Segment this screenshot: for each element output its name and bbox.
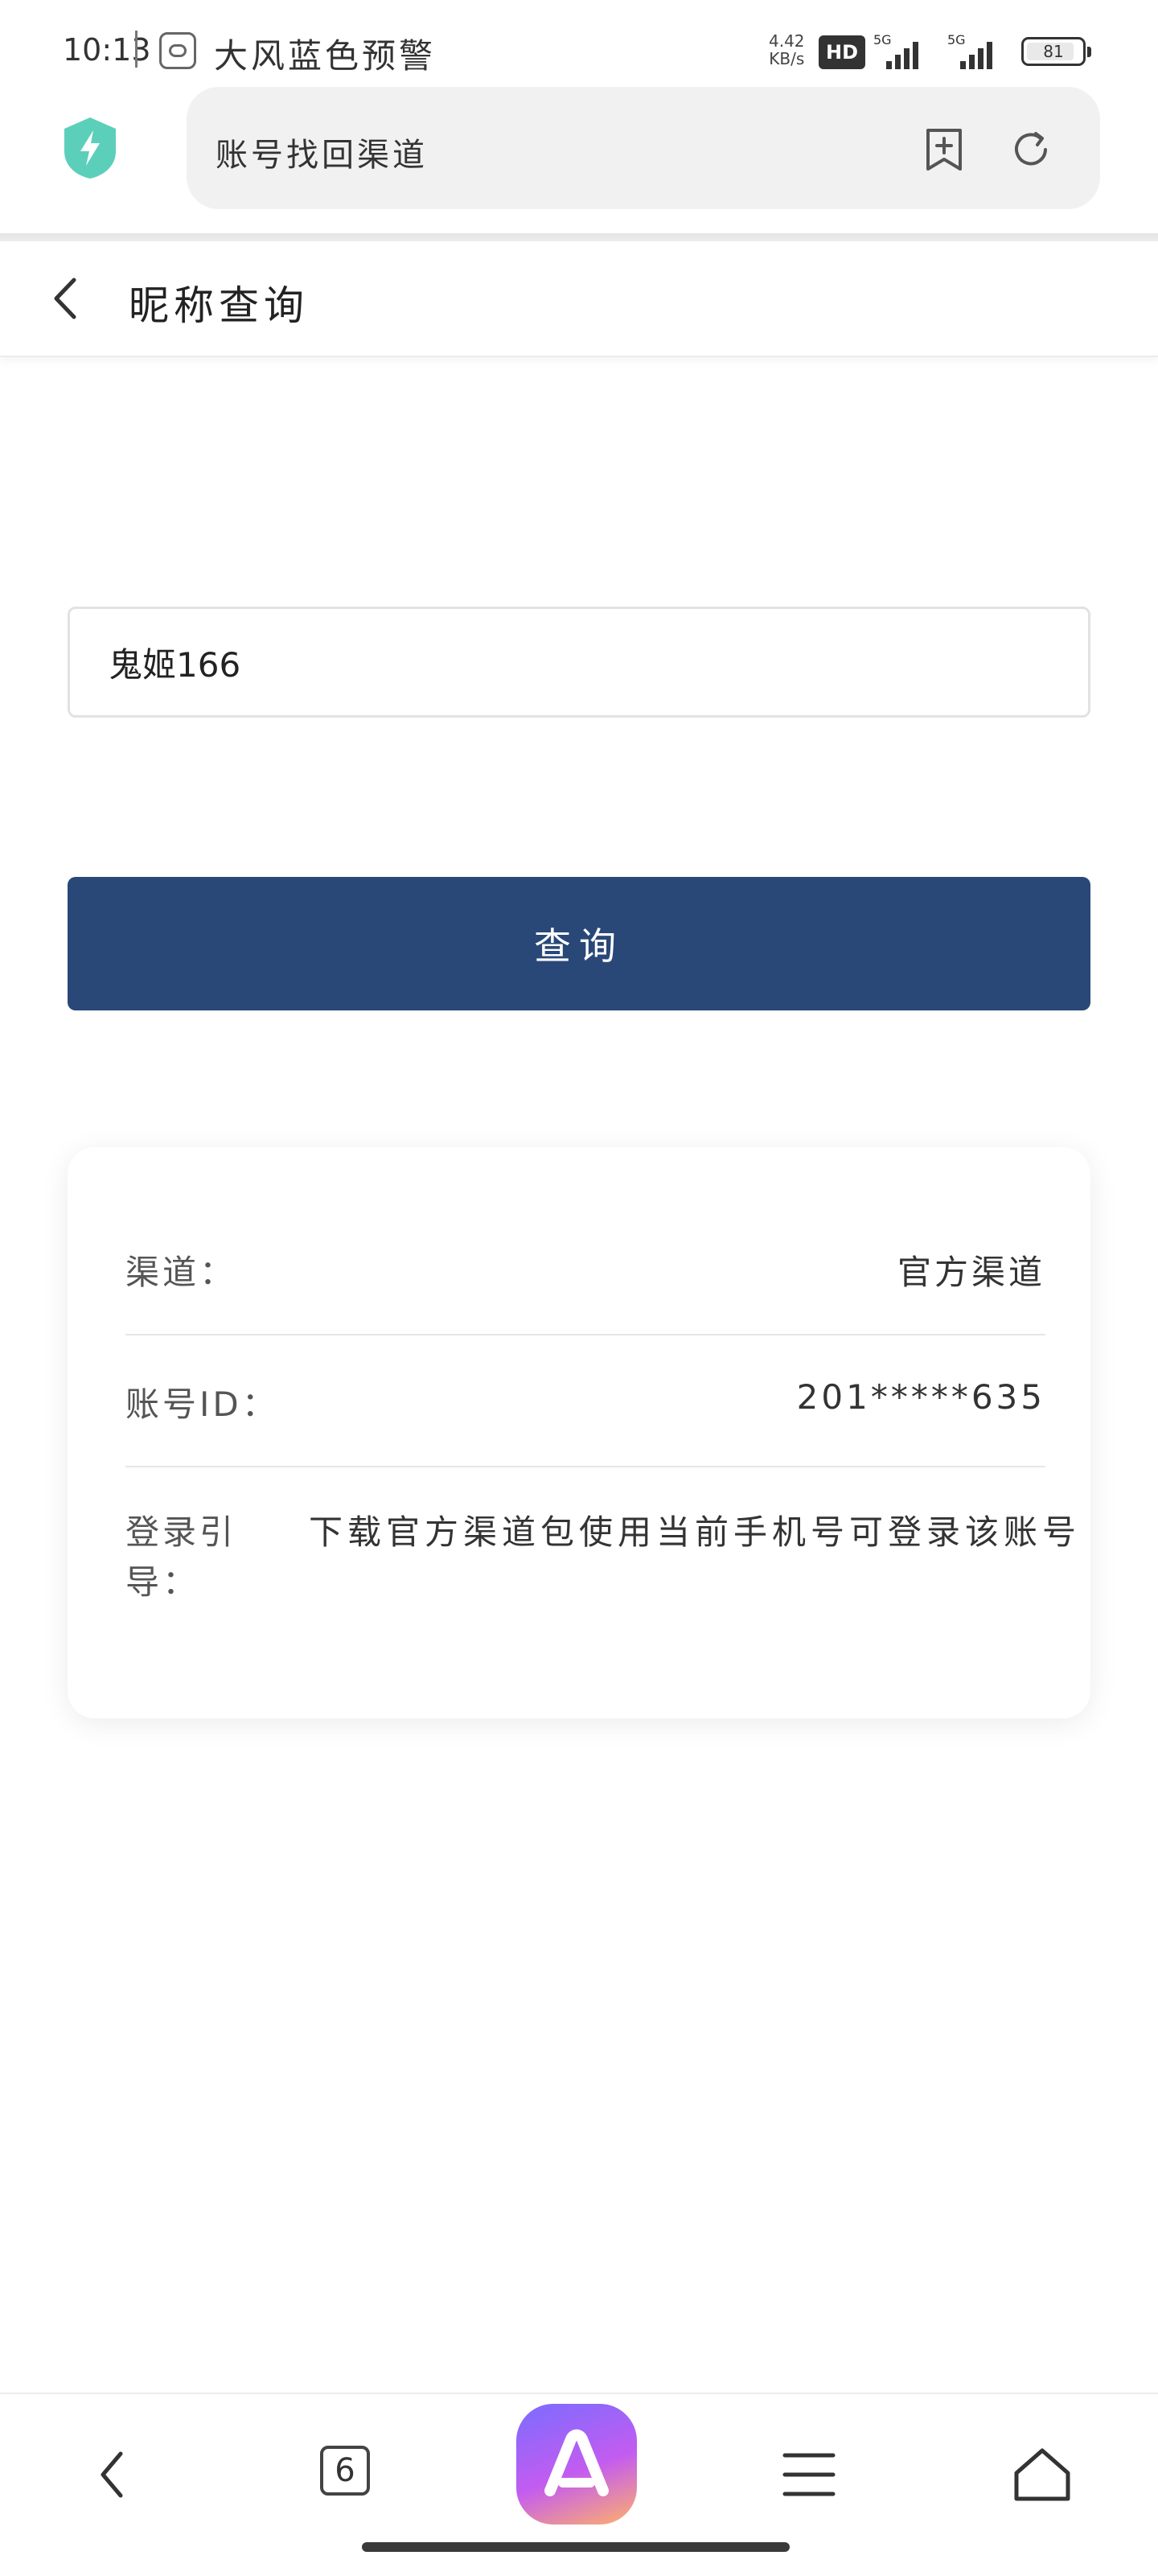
browser-bar: 账号找回渠道 [0,80,1158,233]
security-shield-icon[interactable] [61,116,119,180]
signal-1-icon: 5G [873,32,925,69]
weather-alert-text: 大风蓝色预警 [214,36,437,76]
network-speed: 4.42 KB/s [769,32,805,68]
home-icon[interactable] [994,2426,1090,2523]
weather-icon [159,32,196,69]
nickname-input[interactable] [68,607,1090,718]
channel-label: 渠道： [125,1253,237,1292]
page-url-title[interactable]: 账号找回渠道 [216,129,428,175]
account-row: 账号ID： 201*****635 [125,1377,1045,1426]
network-speed-unit: KB/s [769,49,805,68]
login-guide-value: 下载官方渠道包使用当前手机号可登录该账号 [309,1512,1082,1552]
battery-icon: 81 [1021,37,1091,66]
address-bar[interactable]: 账号找回渠道 [187,87,1100,209]
add-bookmark-icon[interactable] [920,126,968,174]
tabs-button[interactable]: 6 [298,2426,394,2523]
account-id-value: 201*****635 [796,1377,1045,1417]
home-indicator[interactable] [362,2542,790,2552]
page-title: 昵称查询 [129,282,309,329]
status-separator [135,31,138,68]
refresh-icon[interactable] [1007,126,1055,174]
battery-level: 81 [1043,42,1064,61]
network-speed-value: 4.42 [769,31,805,51]
back-arrow-icon[interactable] [39,270,95,327]
status-time: 10:13 [63,32,151,68]
channel-row: 渠道： 官方渠道 [125,1245,1045,1294]
ai-assistant-icon[interactable] [516,2404,637,2525]
menu-icon[interactable] [761,2426,857,2523]
query-button[interactable]: 查询 [68,877,1090,1010]
divider [125,1466,1045,1467]
hd-icon: HD [819,35,865,69]
login-guide-label: 登录引导： [125,1512,237,1602]
page-header: 昵称查询 [0,241,1158,357]
nav-back-icon[interactable] [64,2426,161,2523]
result-card: 渠道： 官方渠道 账号ID： 201*****635 登录引导： 下载官方渠道包… [68,1147,1090,1718]
account-id-label: 账号ID： [125,1385,279,1424]
channel-value: 官方渠道 [897,1253,1045,1292]
divider [125,1334,1045,1335]
status-bar: 10:13 大风蓝色预警 4.42 KB/s HD 5G 5G 81 [0,0,1158,88]
tab-count[interactable]: 6 [320,2446,370,2496]
signal-2-icon: 5G [947,32,999,69]
